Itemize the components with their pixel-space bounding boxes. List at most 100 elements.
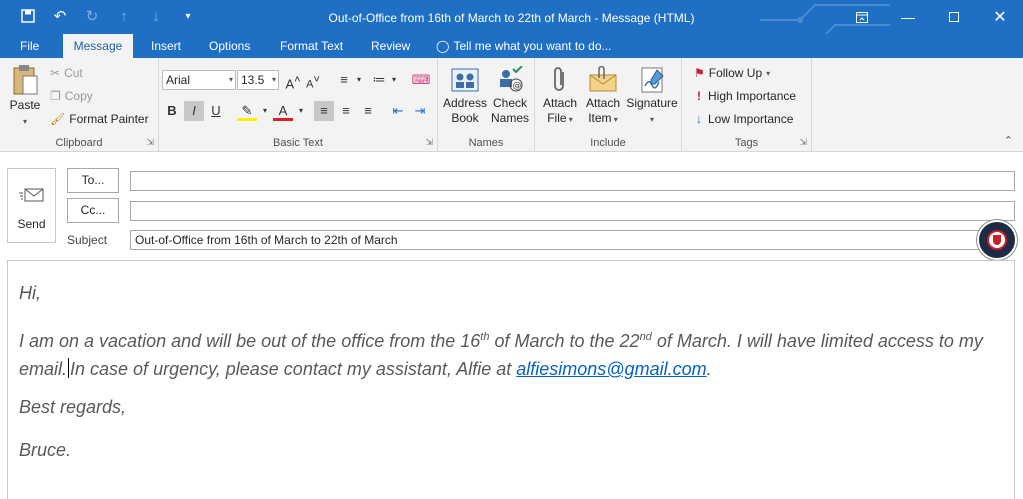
tab-insert[interactable]: Insert: [143, 34, 189, 58]
follow-up-button[interactable]: ⚑ Follow Up ▾: [694, 66, 770, 80]
tags-group-label: Tags: [734, 137, 759, 149]
email-link[interactable]: alfiesimons@gmail.com: [516, 359, 706, 379]
window-controls: — ✕: [839, 0, 1023, 34]
body-text-1b: of March to the 22: [489, 331, 640, 351]
font-color-dropdown-icon[interactable]: ▾: [291, 101, 311, 121]
tab-format-text[interactable]: Format Text: [272, 34, 351, 58]
font-name-select[interactable]: Arial ▾: [162, 70, 236, 90]
check-names-button[interactable]: @ Check Names: [488, 66, 532, 126]
tab-file[interactable]: File: [12, 34, 47, 58]
collapse-ribbon-icon[interactable]: ⌃: [1004, 134, 1013, 147]
body-text-2b: In case of urgency, please contact my as…: [70, 359, 517, 379]
chevron-down-icon: ▾: [766, 68, 771, 78]
send-button[interactable]: Send: [7, 168, 56, 243]
tab-options[interactable]: Options: [201, 34, 258, 58]
clipboard-group-label: Clipboard: [55, 137, 103, 149]
names-group: Address Book @ Check Names Names: [438, 58, 535, 152]
ribbon-display-options-icon[interactable]: [839, 0, 885, 34]
low-importance-button[interactable]: ↓ Low Importance: [694, 112, 793, 126]
to-field[interactable]: [130, 171, 1015, 191]
format-painter-label: Format Painter: [69, 112, 149, 126]
maximize-icon[interactable]: [931, 0, 977, 34]
underline-button[interactable]: U: [206, 101, 226, 121]
body-sup-2: nd: [639, 331, 652, 343]
address-book-button[interactable]: Address Book: [442, 66, 488, 126]
shrink-font-icon[interactable]: A˅: [303, 70, 323, 91]
numbering-dropdown-icon[interactable]: ▾: [384, 70, 404, 90]
bullets-dropdown-icon[interactable]: ▾: [349, 70, 369, 90]
include-group-label: Include: [590, 137, 626, 149]
highlight-icon[interactable]: ✎: [237, 101, 257, 121]
font-color-icon[interactable]: A: [273, 101, 293, 121]
align-right-icon[interactable]: ≡: [358, 101, 378, 121]
cc-button[interactable]: Cc...: [67, 198, 119, 223]
copy-label: Copy: [64, 89, 93, 103]
address-book-label-1: Address: [442, 96, 488, 110]
tags-launcher-icon[interactable]: ⇲: [799, 137, 807, 148]
clear-formatting-icon[interactable]: ⌨: [411, 70, 431, 90]
align-center-icon[interactable]: ≡: [336, 101, 356, 121]
tab-message[interactable]: Message: [63, 34, 133, 58]
chevron-down-icon: ▾: [566, 115, 573, 124]
attach-item-label-1: Attach: [585, 96, 621, 110]
font-size-select[interactable]: 13.5 ▾: [237, 70, 279, 90]
high-importance-label: High Importance: [708, 89, 797, 103]
check-names-label-1: Check: [492, 96, 527, 110]
follow-up-label: Follow Up: [708, 66, 763, 80]
signature-icon: [641, 67, 664, 93]
body-text-1a: I am on a vacation and will be out of th…: [19, 331, 481, 351]
decrease-indent-icon[interactable]: ⇤: [388, 101, 408, 121]
cut-button[interactable]: ✂ Cut: [50, 66, 83, 80]
align-left-icon[interactable]: ≡: [314, 101, 334, 121]
tags-group: ⚑ Follow Up ▾ ! High Importance ↓ Low Import…: [682, 58, 812, 152]
attach-file-label-1: Attach: [542, 96, 578, 110]
security-shield-icon[interactable]: [977, 220, 1017, 260]
ribbon-tabs: File Message Insert Options Format Text …: [0, 34, 1023, 58]
message-body[interactable]: Hi, I am on a vacation and will be out o…: [7, 260, 1015, 499]
basic-text-group-label: Basic Text: [273, 137, 323, 149]
basic-text-group: Arial ▾ 13.5 ▾ A˄ A˅ ≡ ▾ ≔ ▾ ⌨ B I U ✎ ▾ A…: [159, 58, 438, 152]
envelope-paperclip-icon: [589, 66, 617, 92]
text-cursor: [68, 358, 70, 378]
subject-label: Subject: [67, 233, 108, 247]
attach-file-button[interactable]: Attach File ▾: [539, 66, 581, 127]
paste-label: Paste: [9, 98, 41, 112]
to-button[interactable]: To...: [67, 168, 119, 193]
bold-button[interactable]: B: [162, 101, 182, 121]
ribbon: Paste ▾ ✂ Cut ❐ Copy 🖌 Format Painter Clipb…: [0, 58, 1023, 152]
body-text-2c: .: [706, 359, 712, 379]
cut-label: Cut: [64, 66, 83, 80]
send-label: Send: [17, 217, 46, 231]
tell-me-search[interactable]: ◯ Tell me what you want to do...: [428, 34, 620, 58]
increase-indent-icon[interactable]: ⇥: [410, 101, 430, 121]
subject-field[interactable]: Out-of-Office from 16th of March to 22th…: [130, 230, 980, 250]
paste-dropdown-icon: ▾: [22, 117, 27, 126]
close-icon[interactable]: ✕: [977, 0, 1023, 34]
clipboard-launcher-icon[interactable]: ⇲: [146, 137, 154, 148]
address-book-label-2: Book: [451, 111, 479, 125]
body-paragraph: I am on a vacation and will be out of th…: [19, 323, 1009, 383]
font-name-value: Arial: [166, 73, 191, 87]
title-bar: ↶ ↻ ↑ ↓ ▾ Out-of-Office from 16th of Mar…: [0, 0, 1023, 58]
highlight-dropdown-icon[interactable]: ▾: [255, 101, 275, 121]
format-painter-button[interactable]: 🖌 Format Painter: [50, 112, 149, 126]
include-group: Attach File ▾ Attach Item ▾ Signature ▾ …: [535, 58, 682, 152]
basic-text-launcher-icon[interactable]: ⇲: [425, 137, 433, 148]
attach-file-label-2: File: [547, 111, 567, 125]
italic-button[interactable]: I: [184, 101, 204, 121]
minimize-icon[interactable]: —: [885, 0, 931, 34]
copy-button[interactable]: ❐ Copy: [50, 89, 93, 103]
grow-font-icon[interactable]: A˄: [283, 70, 303, 91]
check-names-icon: @: [500, 66, 523, 92]
send-envelope-icon: [18, 188, 43, 202]
check-names-label-2: Names: [490, 111, 529, 125]
paintbrush-icon: 🖌: [50, 112, 66, 126]
body-signature: Bruce.: [19, 440, 72, 460]
tab-review[interactable]: Review: [363, 34, 418, 58]
chevron-down-icon: ▾: [271, 75, 276, 84]
paste-button[interactable]: Paste ▾: [6, 64, 44, 129]
signature-button[interactable]: Signature ▾: [625, 66, 679, 127]
cc-field[interactable]: [130, 201, 1015, 221]
high-importance-button[interactable]: ! High Importance: [694, 89, 796, 103]
attach-item-button[interactable]: Attach Item ▾: [581, 66, 625, 127]
